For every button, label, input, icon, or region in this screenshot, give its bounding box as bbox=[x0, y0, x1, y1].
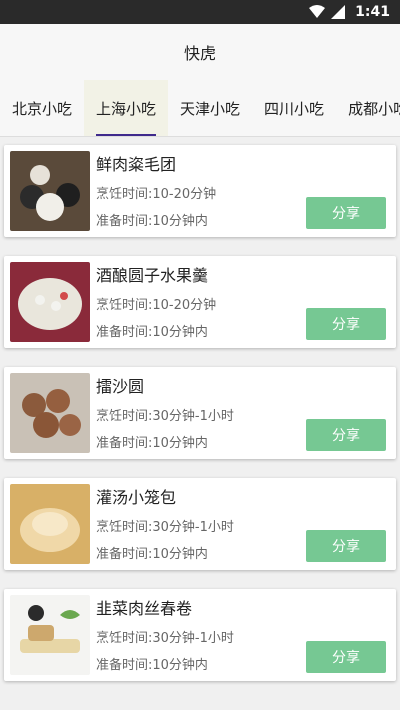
list-item[interactable]: 鲜肉粢毛团 烹饪时间:10-20分钟 准备时间:10分钟内 分享 bbox=[4, 145, 396, 237]
recipe-title: 擂沙圆 bbox=[96, 377, 145, 396]
share-button[interactable]: 分享 bbox=[306, 308, 386, 340]
signal-icon bbox=[331, 5, 346, 19]
status-bar: 1:41 bbox=[0, 0, 400, 24]
recipe-thumbnail bbox=[10, 151, 90, 231]
tab-sichuan[interactable]: 四川小吃 bbox=[252, 80, 336, 136]
wifi-icon bbox=[309, 5, 326, 18]
share-button[interactable]: 分享 bbox=[306, 419, 386, 451]
list-item[interactable]: 韭菜肉丝春卷 烹饪时间:30分钟-1小时 准备时间:10分钟内 分享 bbox=[4, 589, 396, 681]
recipe-title: 韭菜肉丝春卷 bbox=[96, 599, 193, 618]
recipe-thumbnail bbox=[10, 373, 90, 453]
list-item[interactable]: 灌汤小笼包 烹饪时间:30分钟-1小时 准备时间:10分钟内 分享 bbox=[4, 478, 396, 570]
recipe-title: 鲜肉粢毛团 bbox=[96, 155, 177, 174]
recipe-list: 鲜肉粢毛团 烹饪时间:10-20分钟 准备时间:10分钟内 分享 酒酿圆子水果羹… bbox=[0, 137, 400, 681]
recipe-thumbnail bbox=[10, 262, 90, 342]
share-button[interactable]: 分享 bbox=[306, 197, 386, 229]
share-button[interactable]: 分享 bbox=[306, 641, 386, 673]
app-bar: 快虎 bbox=[0, 24, 400, 80]
share-button[interactable]: 分享 bbox=[306, 530, 386, 562]
tab-chengdu[interactable]: 成都小吃 bbox=[336, 80, 400, 136]
status-time: 1:41 bbox=[355, 4, 390, 20]
status-icons bbox=[309, 5, 346, 19]
recipe-title: 酒酿圆子水果羹 bbox=[96, 266, 209, 285]
recipe-title: 灌汤小笼包 bbox=[96, 488, 177, 507]
tab-shanghai[interactable]: 上海小吃 bbox=[84, 80, 169, 136]
tab-tianjin[interactable]: 天津小吃 bbox=[168, 80, 252, 136]
list-item[interactable]: 擂沙圆 烹饪时间:30分钟-1小时 准备时间:10分钟内 分享 bbox=[4, 367, 396, 459]
recipe-thumbnail bbox=[10, 595, 90, 675]
recipe-thumbnail bbox=[10, 484, 90, 564]
tab-beijing[interactable]: 北京小吃 bbox=[0, 80, 84, 136]
category-tabs: 北京小吃 上海小吃 天津小吃 四川小吃 成都小吃 bbox=[0, 80, 400, 137]
list-item[interactable]: 酒酿圆子水果羹 烹饪时间:10-20分钟 准备时间:10分钟内 分享 bbox=[4, 256, 396, 348]
page-title: 快虎 bbox=[183, 44, 216, 63]
